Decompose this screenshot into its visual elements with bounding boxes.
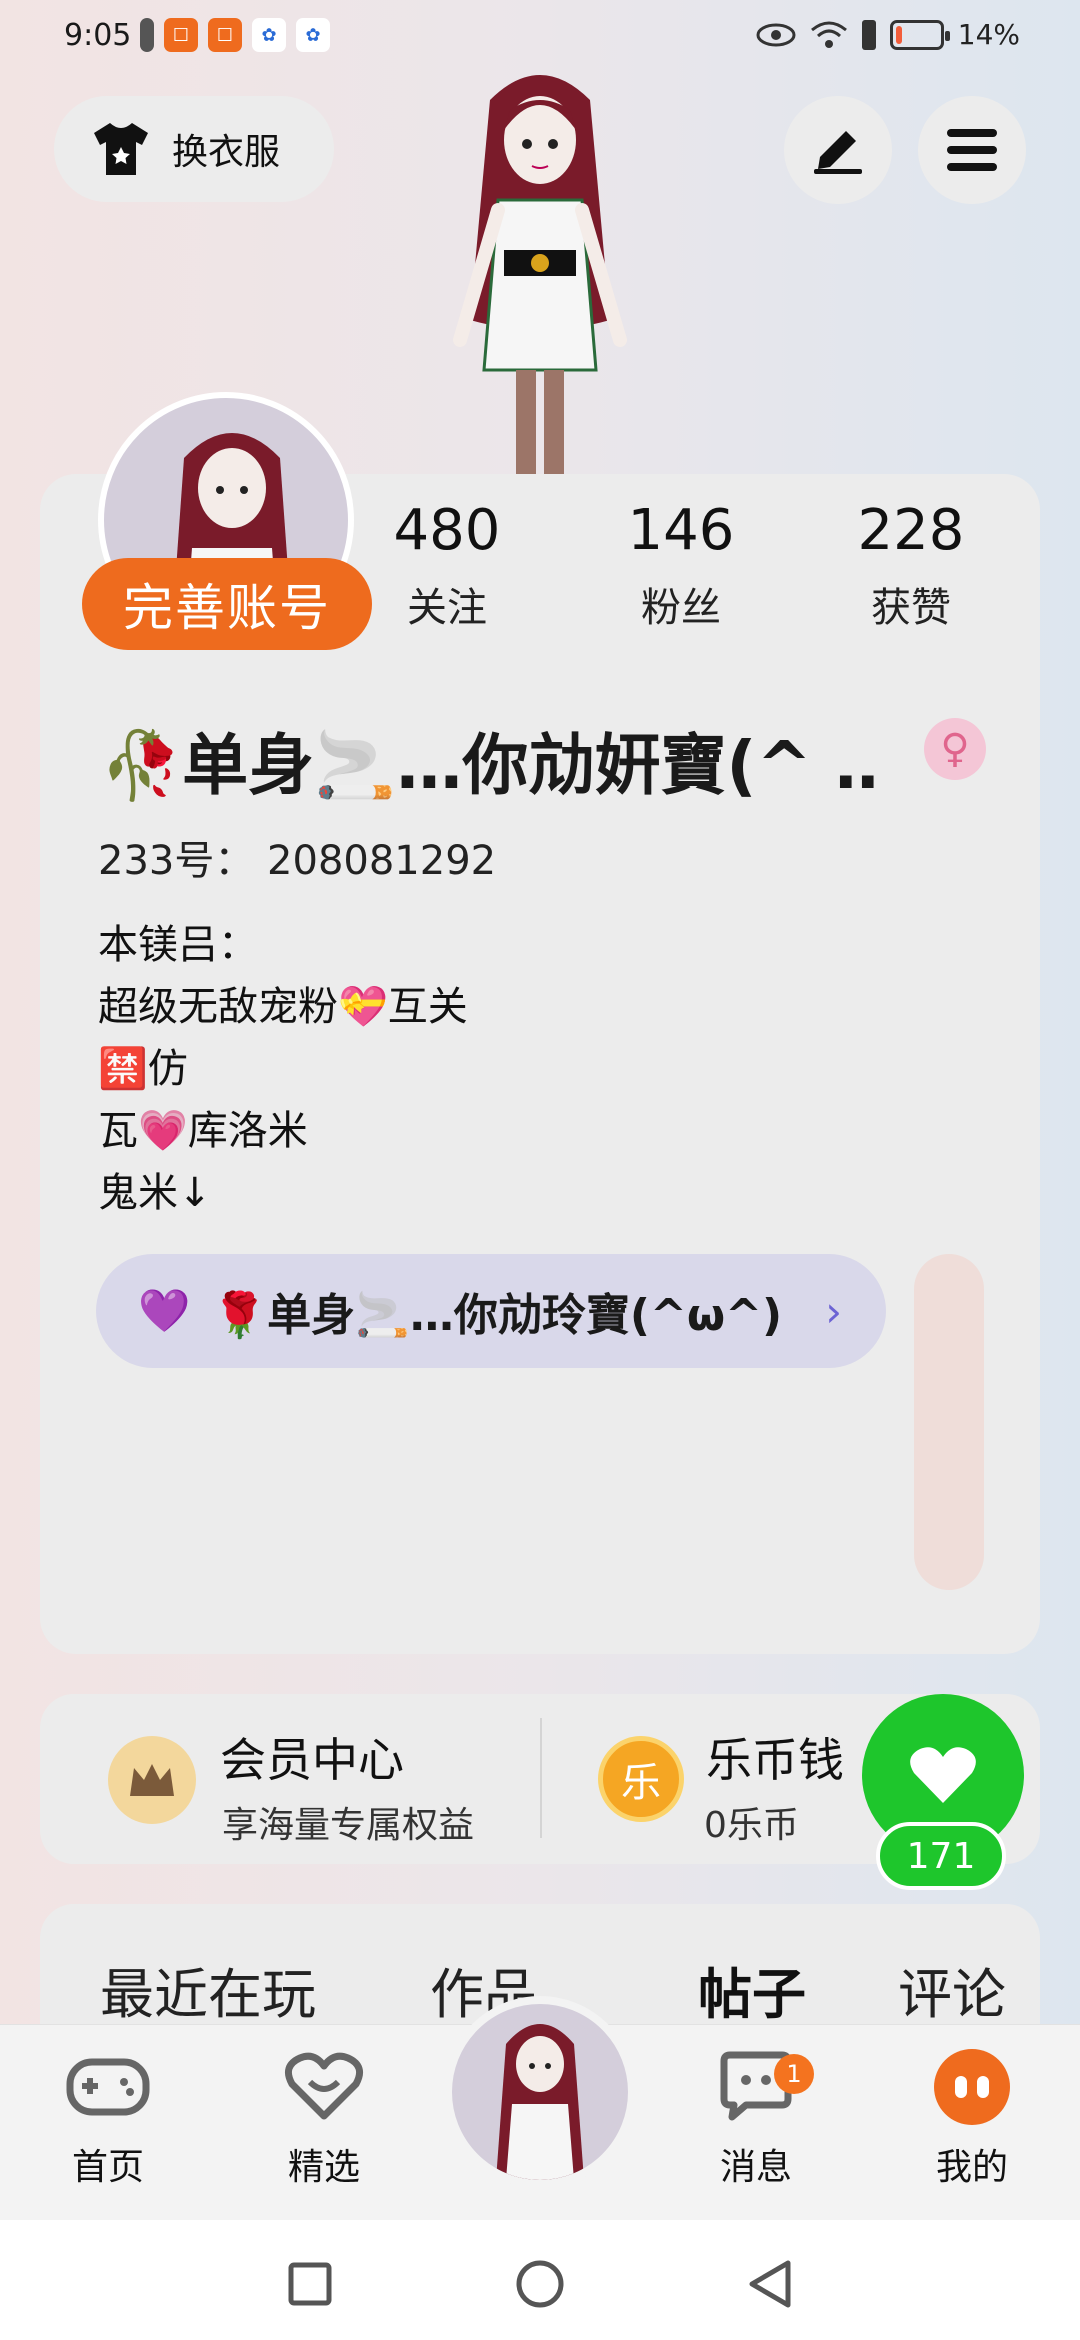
edit-profile-button[interactable]	[784, 96, 892, 204]
tab-recently-played[interactable]: 最近在玩	[100, 1950, 316, 2029]
bio-line: 鬼米↓	[98, 1170, 212, 1216]
back-button[interactable]	[742, 2256, 798, 2312]
stat-label: 获赞	[871, 585, 951, 631]
chevron-right-icon: ›	[825, 1286, 842, 1336]
bio-line: 本镁吕：	[98, 922, 258, 968]
linked-friend-name: 🌹单身🚬…你劥玲寶(^ω^)	[212, 1290, 783, 1341]
heart-icon	[910, 1747, 976, 1803]
complete-account-badge[interactable]: 完善账号	[82, 558, 372, 650]
stat-value: 480	[393, 498, 501, 563]
like-count: 171	[876, 1822, 1006, 1890]
nav-label: 消息	[719, 2147, 792, 2188]
triangle-back-icon	[749, 2260, 791, 2308]
status-time: 9:05	[64, 18, 132, 53]
side-scroll-panel[interactable]	[914, 1254, 984, 1590]
bio-line: 超级无敌宠粉💝互关	[98, 984, 468, 1030]
app-icon: ☐	[208, 18, 242, 52]
menu-button[interactable]	[918, 96, 1026, 204]
nav-label: 首页	[71, 2147, 144, 2188]
crown-icon[interactable]	[108, 1736, 196, 1824]
coin-icon[interactable]: 乐	[598, 1736, 684, 1822]
gamepad-icon	[65, 2044, 151, 2130]
nav-label: 我的	[935, 2147, 1008, 2188]
stat-following[interactable]: 480 关注	[362, 498, 532, 633]
bio-line: 🈲仿	[98, 1046, 188, 1092]
stat-likes[interactable]: 228 获赞	[826, 498, 996, 633]
change-outfit-button[interactable]: 换衣服	[54, 96, 334, 202]
tshirt-icon	[90, 121, 152, 177]
square-icon	[288, 2262, 332, 2306]
alert-icon	[861, 19, 876, 50]
member-center-title[interactable]: 会员中心	[220, 1724, 404, 1790]
battery-percent: 14%	[957, 18, 1020, 51]
battery-icon	[889, 19, 950, 50]
nav-label: 精选	[287, 2147, 360, 2188]
member-center-subtitle: 享海量专属权益	[222, 1805, 475, 1846]
wallet-title[interactable]: 乐币钱	[706, 1724, 844, 1790]
linked-friend-pill[interactable]: 💜 🌹单身🚬…你劥玲寶(^ω^) ›	[96, 1254, 886, 1368]
nav-center-avatar[interactable]	[444, 1996, 636, 2188]
home-button[interactable]	[512, 2256, 568, 2312]
nav-mine[interactable]: 我的	[902, 2044, 1042, 2190]
status-notification-icons: ☐ ☐ ✿ ✿	[140, 18, 330, 52]
app-icon: ☐	[164, 18, 198, 52]
heart-icon: 💜	[138, 1286, 191, 1335]
message-count-badge: 1	[774, 2054, 814, 2094]
wifi-icon	[810, 21, 847, 48]
bio-line: 瓦💗库洛米	[98, 1108, 308, 1154]
paw-icon: ✿	[252, 18, 286, 52]
stat-value: 146	[627, 498, 735, 563]
status-bar: 9:05 ☐ ☐ ✿ ✿ 14%	[0, 0, 1080, 76]
menu-icon	[947, 129, 997, 171]
heart-outline-icon	[281, 2044, 367, 2130]
stat-value: 228	[857, 498, 965, 563]
stat-followers[interactable]: 146 粉丝	[596, 498, 766, 633]
profile-bio: 本镁吕： 超级无敌宠粉💝互关 🈲仿 瓦💗库洛米 鬼米↓	[98, 914, 468, 1224]
alert-icon	[140, 18, 154, 52]
battery-level	[895, 25, 902, 44]
change-outfit-label: 换衣服	[172, 132, 281, 173]
tab-posts[interactable]: 帖子	[698, 1950, 806, 2029]
paw-icon: ✿	[296, 18, 330, 52]
divider	[540, 1718, 542, 1838]
user-id[interactable]: 233号： 208081292	[98, 828, 496, 886]
wallet-balance: 0乐币	[704, 1805, 799, 1846]
nav-featured[interactable]: 精选	[254, 2044, 394, 2190]
stat-label: 关注	[407, 585, 487, 631]
profile-nickname: 🥀单身🚬…你劥姸寶(^ …	[100, 727, 880, 804]
female-icon: ♀	[924, 718, 986, 780]
edit-icon	[814, 131, 862, 174]
eye-icon	[756, 23, 796, 46]
circle-icon	[516, 2260, 564, 2308]
stat-label: 粉丝	[641, 585, 721, 631]
status-system-icons: 14%	[756, 18, 1020, 51]
avatar-character-figure[interactable]	[420, 70, 660, 480]
recent-apps-button[interactable]	[282, 2256, 338, 2312]
profile-face-icon	[929, 2044, 1015, 2130]
tab-comments[interactable]: 评论	[898, 1950, 1006, 2029]
nav-home[interactable]: 首页	[38, 2044, 178, 2190]
